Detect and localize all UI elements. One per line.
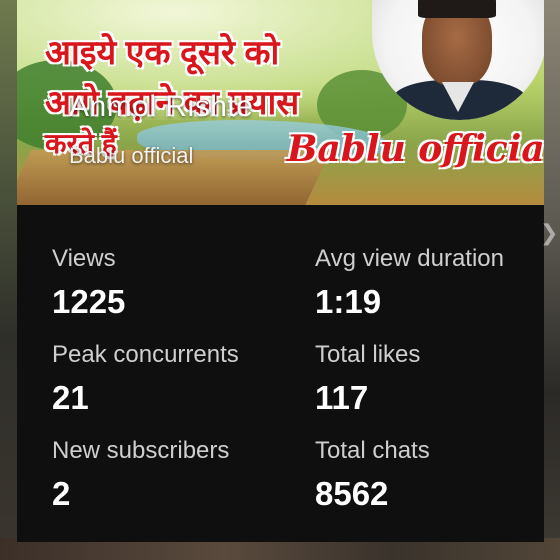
- stat-new-subscribers-value: 2: [52, 475, 71, 512]
- stat-total-likes-label: Total likes: [315, 341, 421, 368]
- presenter-portrait: [372, 0, 544, 120]
- stat-total-likes-value: 117: [315, 379, 369, 416]
- video-title: Anmol Rishte: [69, 90, 254, 123]
- thumbnail-brand-text: Bablu official: [287, 128, 544, 170]
- stat-avg-view-duration-label: Avg view duration: [315, 245, 504, 272]
- stat-avg-view-duration-value: 1:19: [315, 283, 382, 320]
- stat-total-chats-label: Total chats: [315, 437, 430, 464]
- stat-views-label: Views: [52, 245, 116, 272]
- stat-peak-concurrents-value: 21: [52, 379, 89, 416]
- thumbnail-hindi-line-1: आइये एक दूसरे को: [45, 34, 280, 72]
- video-thumbnail[interactable]: आइये एक दूसरे को आगे बढ़ाने का प्रयास कर…: [17, 0, 544, 205]
- stat-views-value: 1225: [52, 283, 126, 320]
- stat-peak-concurrents-label: Peak concurrents: [52, 341, 239, 368]
- channel-name[interactable]: Bablu official: [69, 143, 193, 169]
- portrait-hair: [418, 0, 496, 18]
- stat-new-subscribers-label: New subscribers: [52, 437, 230, 464]
- chevron-right-icon[interactable]: ❯: [540, 220, 558, 246]
- stat-total-chats-value: 8562: [315, 475, 389, 512]
- stats-panel: Views 1225 Avg view duration 1:19 Peak c…: [17, 205, 544, 542]
